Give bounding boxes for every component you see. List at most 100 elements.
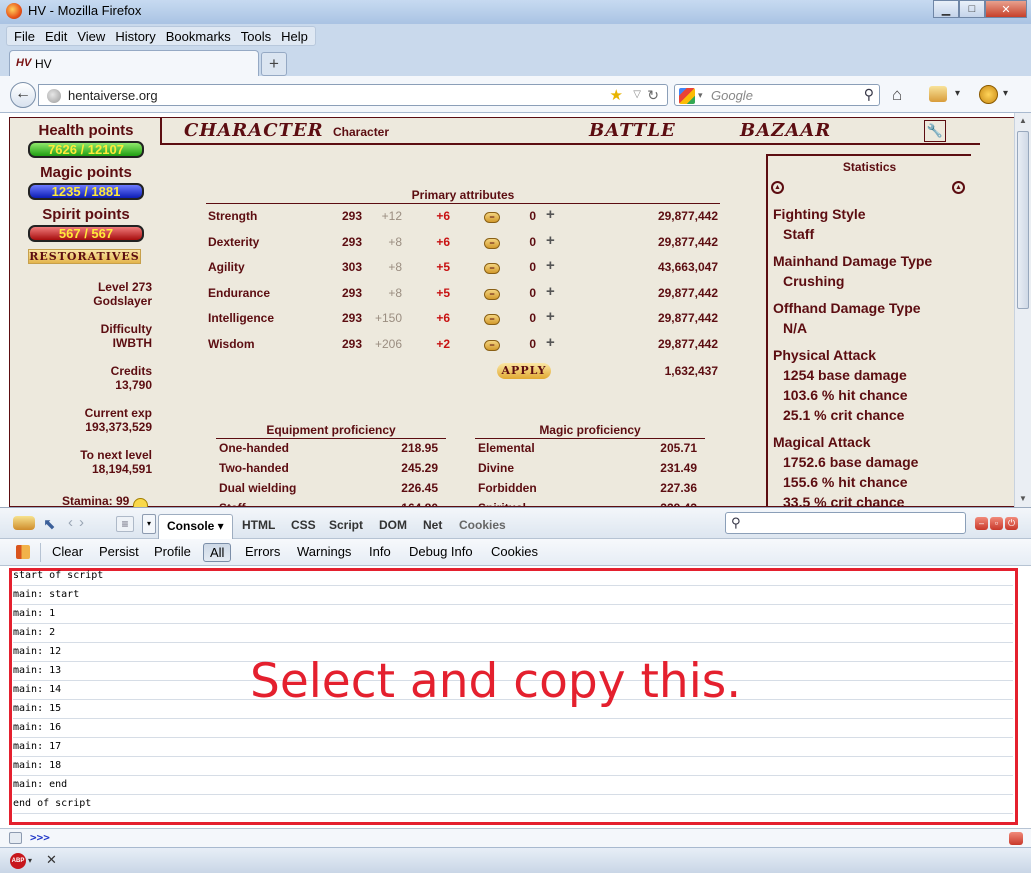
proficiency-name: Dual wielding bbox=[219, 481, 297, 495]
decrease-attribute-button[interactable]: − bbox=[484, 212, 500, 223]
search-icon[interactable]: ⚲ bbox=[864, 86, 874, 103]
site-identity-icon[interactable] bbox=[47, 89, 61, 103]
tab-css[interactable]: CSS bbox=[283, 514, 324, 539]
firebug-icon[interactable] bbox=[13, 516, 35, 530]
profile-button[interactable]: Profile bbox=[150, 543, 195, 560]
fighting-style-label: Fighting Style bbox=[773, 206, 866, 222]
settings-wrench-icon[interactable]: 🔧 bbox=[924, 120, 946, 142]
console-output[interactable]: start of script main: start main: 1 main: 2… bbox=[0, 566, 1031, 828]
panel-dropdown-icon[interactable]: ▾ bbox=[142, 514, 156, 534]
history-arrows-icon[interactable]: ‹› bbox=[68, 514, 90, 531]
filter-warnings-button[interactable]: Warnings bbox=[293, 543, 355, 560]
url-bar[interactable]: hentaiverse.org ★ ▽ ↻ bbox=[38, 84, 668, 106]
minimize-button[interactable]: ▁ bbox=[933, 0, 959, 18]
filter-all-button[interactable]: All bbox=[203, 543, 232, 562]
increase-attribute-button[interactable]: + bbox=[546, 206, 555, 223]
tab-cookies[interactable]: Cookies bbox=[451, 514, 514, 539]
tab-hv[interactable]: HV HV bbox=[9, 50, 259, 77]
greasemonkey-icon[interactable] bbox=[979, 85, 998, 104]
nav-bazaar[interactable]: BAZAAR bbox=[740, 120, 831, 141]
attribute-exp-cost: 29,877,442 bbox=[657, 311, 718, 325]
page-scrollbar[interactable]: ▲ ▼ bbox=[1014, 113, 1031, 507]
filter-info-button[interactable]: Info bbox=[365, 543, 395, 560]
close-addon-bar-icon[interactable]: ✕ bbox=[46, 852, 57, 868]
stats-next-icon[interactable]: ▲ bbox=[952, 181, 965, 194]
attribute-name: Intelligence bbox=[208, 311, 275, 325]
scroll-down-icon[interactable]: ▼ bbox=[1015, 491, 1031, 507]
increase-attribute-button[interactable]: + bbox=[546, 232, 555, 249]
console-command-line[interactable]: >>> bbox=[0, 828, 1031, 847]
tab-console[interactable]: Console ▾ bbox=[158, 514, 233, 539]
firebug-dropdown-icon[interactable]: ▾ bbox=[955, 88, 960, 99]
command-editor-toggle-icon[interactable] bbox=[1009, 832, 1023, 845]
url-dropdown-icon[interactable]: ▽ bbox=[633, 89, 641, 100]
adblock-dropdown-icon[interactable]: ▾ bbox=[28, 856, 32, 865]
level-title: Godslayer bbox=[93, 294, 152, 308]
decrease-attribute-button[interactable]: − bbox=[484, 314, 500, 325]
persist-button[interactable]: Persist bbox=[95, 543, 143, 560]
adblock-plus-icon[interactable]: ABP bbox=[10, 853, 26, 869]
menu-tools[interactable]: Tools bbox=[236, 27, 276, 45]
firebug-close-icon[interactable]: ⏻ bbox=[1005, 517, 1018, 530]
decrease-attribute-button[interactable]: − bbox=[484, 237, 500, 249]
attribute-row: Endurance 293 +8 +5 0 29,877,442 − + bbox=[208, 283, 724, 304]
panel-menu-icon[interactable]: ≡ bbox=[116, 516, 134, 532]
firebug-addon-icon[interactable] bbox=[929, 86, 947, 102]
restoratives-button[interactable]: RESTORATIVES bbox=[28, 249, 141, 264]
firebug-minimize-icon[interactable]: – bbox=[975, 517, 988, 530]
spirit-bar: 567 / 567 bbox=[28, 225, 144, 242]
increase-attribute-button[interactable]: + bbox=[546, 308, 555, 325]
command-editor-icon[interactable] bbox=[9, 832, 22, 844]
increase-attribute-button[interactable]: + bbox=[546, 257, 555, 274]
increase-attribute-button[interactable]: + bbox=[546, 334, 555, 351]
greasemonkey-dropdown-icon[interactable]: ▾ bbox=[1003, 88, 1008, 99]
firebug-detach-icon[interactable]: ▫ bbox=[990, 517, 1003, 530]
close-button[interactable]: ✕ bbox=[985, 0, 1027, 18]
console-clear-icon[interactable] bbox=[16, 545, 30, 559]
attribute-row: Strength 293 +12 +6 0 29,877,442 − + bbox=[208, 206, 724, 227]
menu-file[interactable]: File bbox=[9, 27, 40, 45]
menu-bookmarks[interactable]: Bookmarks bbox=[161, 27, 236, 45]
tab-dom[interactable]: DOM bbox=[371, 514, 415, 539]
engine-dropdown-icon[interactable]: ▾ bbox=[698, 90, 703, 101]
nav-character[interactable]: CHARACTER bbox=[184, 120, 324, 141]
filter-debug-info-button[interactable]: Debug Info bbox=[405, 543, 477, 560]
credits-label: Credits bbox=[110, 364, 152, 378]
inspect-element-icon[interactable]: ⬉ bbox=[43, 515, 56, 533]
nav-battle[interactable]: BATTLE bbox=[589, 120, 676, 141]
apply-button[interactable]: APPLY bbox=[497, 363, 551, 379]
back-button[interactable]: ← bbox=[10, 82, 36, 108]
attribute-bonus: +2 bbox=[436, 336, 450, 351]
search-bar[interactable]: ▾ Google ⚲ bbox=[674, 84, 880, 106]
reload-icon[interactable]: ↻ bbox=[647, 87, 659, 104]
decrease-attribute-button[interactable]: − bbox=[484, 288, 500, 300]
new-tab-button[interactable]: + bbox=[261, 52, 287, 76]
filter-cookies-button[interactable]: Cookies bbox=[487, 543, 542, 560]
home-icon[interactable]: ⌂ bbox=[892, 85, 902, 105]
magic-proficiency-row: Divine 231.49 bbox=[475, 461, 700, 477]
stamina: Stamina: 99 ‿ bbox=[62, 494, 148, 507]
menu-history[interactable]: History bbox=[110, 27, 160, 45]
attribute-base: 293 bbox=[341, 234, 362, 249]
tab-net[interactable]: Net bbox=[415, 514, 450, 539]
tab-html[interactable]: HTML bbox=[234, 514, 283, 539]
scrollbar-thumb[interactable] bbox=[1017, 131, 1029, 309]
nav-character-sub[interactable]: Character bbox=[333, 125, 389, 139]
proficiency-value: 205.71 bbox=[660, 441, 697, 455]
menu-view[interactable]: View bbox=[72, 27, 110, 45]
filter-errors-button[interactable]: Errors bbox=[241, 543, 284, 560]
menu-edit[interactable]: Edit bbox=[40, 27, 72, 45]
increase-attribute-button[interactable]: + bbox=[546, 283, 555, 300]
scroll-up-icon[interactable]: ▲ bbox=[1015, 113, 1031, 129]
tab-script[interactable]: Script bbox=[321, 514, 371, 539]
stats-prev-icon[interactable]: ▲ bbox=[771, 181, 784, 194]
menu-help[interactable]: Help bbox=[276, 27, 313, 45]
clear-button[interactable]: Clear bbox=[48, 543, 87, 560]
maximize-button[interactable]: □ bbox=[959, 0, 985, 18]
decrease-attribute-button[interactable]: − bbox=[484, 263, 500, 274]
difficulty-value: IWBTH bbox=[112, 336, 152, 350]
google-engine-icon[interactable] bbox=[679, 88, 695, 104]
decrease-attribute-button[interactable]: − bbox=[484, 339, 500, 351]
bookmark-star-icon[interactable]: ★ bbox=[610, 86, 623, 104]
firebug-search-input[interactable]: ⚲ bbox=[725, 512, 966, 534]
